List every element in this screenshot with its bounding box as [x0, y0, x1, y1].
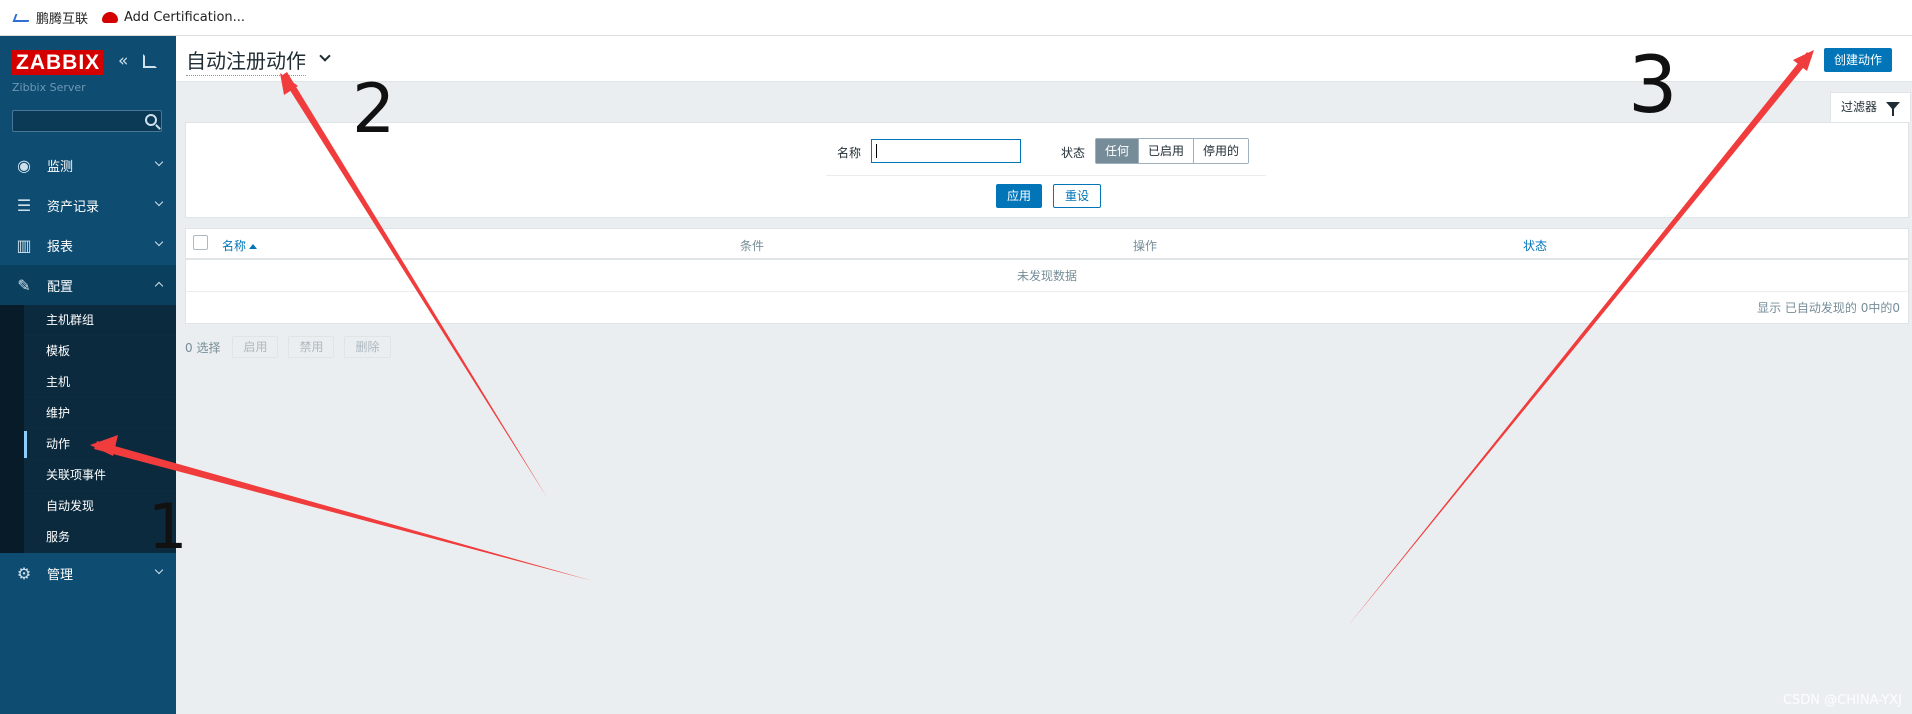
chevron-down-icon[interactable] — [319, 50, 331, 62]
submenu-item-maintenance[interactable]: 维护 — [24, 398, 176, 429]
page-title-dropdown[interactable]: 自动注册动作 — [186, 45, 306, 76]
bulk-actions: 0 选择 启用 禁用 删除 — [185, 336, 401, 358]
menu-label: 管理 — [47, 567, 74, 583]
gear-icon: ⚙ — [16, 563, 32, 583]
filter-divider — [826, 175, 1266, 176]
filter-tab[interactable]: 过滤器 — [1830, 92, 1911, 122]
filter-funnel-icon — [1886, 102, 1900, 116]
menu-label: 报表 — [47, 239, 74, 255]
filter-status-label: 状态 — [1061, 146, 1086, 160]
menu-label: 监测 — [47, 159, 74, 175]
menu-item-configuration[interactable]: ✎ 配置 — [0, 265, 176, 305]
status-option-any[interactable]: 任何 — [1096, 139, 1139, 163]
chevron-down-icon — [154, 237, 164, 247]
status-option-enabled[interactable]: 已启用 — [1138, 139, 1194, 163]
blue-logo-icon — [12, 13, 32, 22]
submenu-item-templates[interactable]: 模板 — [24, 336, 176, 367]
menu-item-reports[interactable]: ▥ 报表 — [0, 225, 176, 265]
sidebar-search-input[interactable] — [12, 110, 162, 132]
zabbix-logo[interactable]: ZABBIX — [12, 50, 105, 75]
reset-button[interactable]: 重设 — [1053, 184, 1102, 208]
bar-chart-icon: ▥ — [16, 235, 32, 255]
wrench-icon: ✎ — [17, 275, 31, 295]
column-label: 名称 — [222, 239, 247, 253]
submenu-item-host-groups[interactable]: 主机群组 — [24, 305, 176, 336]
apply-button[interactable]: 应用 — [996, 184, 1043, 208]
menu-label: 资产记录 — [47, 199, 100, 215]
create-action-button[interactable]: 创建动作 — [1823, 48, 1892, 72]
selected-count: 0 选择 — [185, 340, 221, 355]
submenu-item-actions[interactable]: 动作 — [24, 429, 176, 460]
sidebar: ZABBIX « Zibbix Server ◉ 监测 ☰ 资产记录 ▥ 报表 … — [0, 36, 176, 714]
bookmark-label: Add Certification... — [124, 10, 246, 25]
submenu-item-discovery[interactable]: 自动发现 — [24, 491, 176, 522]
configuration-submenu: 主机群组 模板 主机 维护 动作 关联项事件 自动发现 服务 — [0, 305, 176, 553]
filter-tab-label: 过滤器 — [1841, 100, 1878, 114]
menu-label: 配置 — [47, 279, 74, 295]
chevron-down-icon — [154, 565, 164, 575]
redhat-icon — [102, 12, 119, 23]
submenu-item-event-correlation[interactable]: 关联项事件 — [24, 460, 176, 491]
bookmark-label: 鹏腾互联 — [36, 12, 89, 27]
server-name: Zibbix Server — [12, 81, 86, 94]
list-icon: ☰ — [16, 195, 32, 215]
submenu-item-hosts[interactable]: 主机 — [24, 367, 176, 398]
bookmark-add-certification[interactable]: Add Certification... — [102, 10, 245, 25]
column-header-name[interactable]: 名称 — [222, 237, 258, 254]
column-header-conditions: 条件 — [740, 239, 765, 253]
filter-name-input[interactable] — [871, 139, 1021, 163]
table-footer-count: 显示 已自动发现的 0中的0 — [1757, 301, 1900, 315]
bulk-enable-button[interactable]: 启用 — [232, 336, 279, 358]
filter-name-label: 名称 — [837, 146, 862, 160]
actions-table: 名称 条件 操作 状态 未发现数据 显示 已自动发现的 0中的0 — [185, 228, 1909, 324]
eye-icon: ◉ — [17, 155, 31, 175]
main-menu: ◉ 监测 ☰ 资产记录 ▥ 报表 ✎ 配置 主机群组 模板 主机 维护 动作 关… — [0, 145, 176, 593]
page-header: 自动注册动作 创建动作 — [176, 36, 1912, 82]
menu-item-monitoring[interactable]: ◉ 监测 — [0, 145, 176, 185]
filter-panel: 名称 状态 任何 已启用 停用的 应用 重设 — [185, 122, 1909, 218]
watermark: CSDN @CHINA-YXJ — [1782, 693, 1902, 708]
submenu-item-services[interactable]: 服务 — [24, 522, 176, 553]
bookmark-pengteng[interactable]: 鹏腾互联 — [12, 8, 89, 27]
table-header: 名称 条件 操作 状态 — [186, 229, 1908, 260]
logo-row: ZABBIX « — [0, 36, 176, 86]
empty-table-message: 未发现数据 — [186, 261, 1908, 292]
status-segmented-control: 任何 已启用 停用的 — [1095, 138, 1250, 164]
column-header-status[interactable]: 状态 — [1523, 237, 1547, 254]
kiosk-mode-icon[interactable] — [143, 54, 157, 68]
menu-item-administration[interactable]: ⚙ 管理 — [0, 553, 176, 593]
collapse-sidebar-icon[interactable]: « — [118, 53, 128, 70]
sort-asc-icon — [249, 244, 258, 249]
search-icon[interactable] — [145, 114, 157, 126]
menu-item-inventory[interactable]: ☰ 资产记录 — [0, 185, 176, 225]
column-header-operations: 操作 — [1133, 239, 1158, 253]
bulk-delete-button[interactable]: 删除 — [344, 336, 391, 358]
chevron-down-icon — [154, 197, 164, 207]
chevron-up-icon — [154, 281, 164, 291]
status-option-disabled[interactable]: 停用的 — [1193, 139, 1249, 163]
select-all-checkbox[interactable] — [193, 235, 208, 250]
chevron-down-icon — [154, 157, 164, 167]
bulk-disable-button[interactable]: 禁用 — [288, 336, 335, 358]
bookmarks-bar: 鹏腾互联 Add Certification... — [0, 0, 1912, 36]
